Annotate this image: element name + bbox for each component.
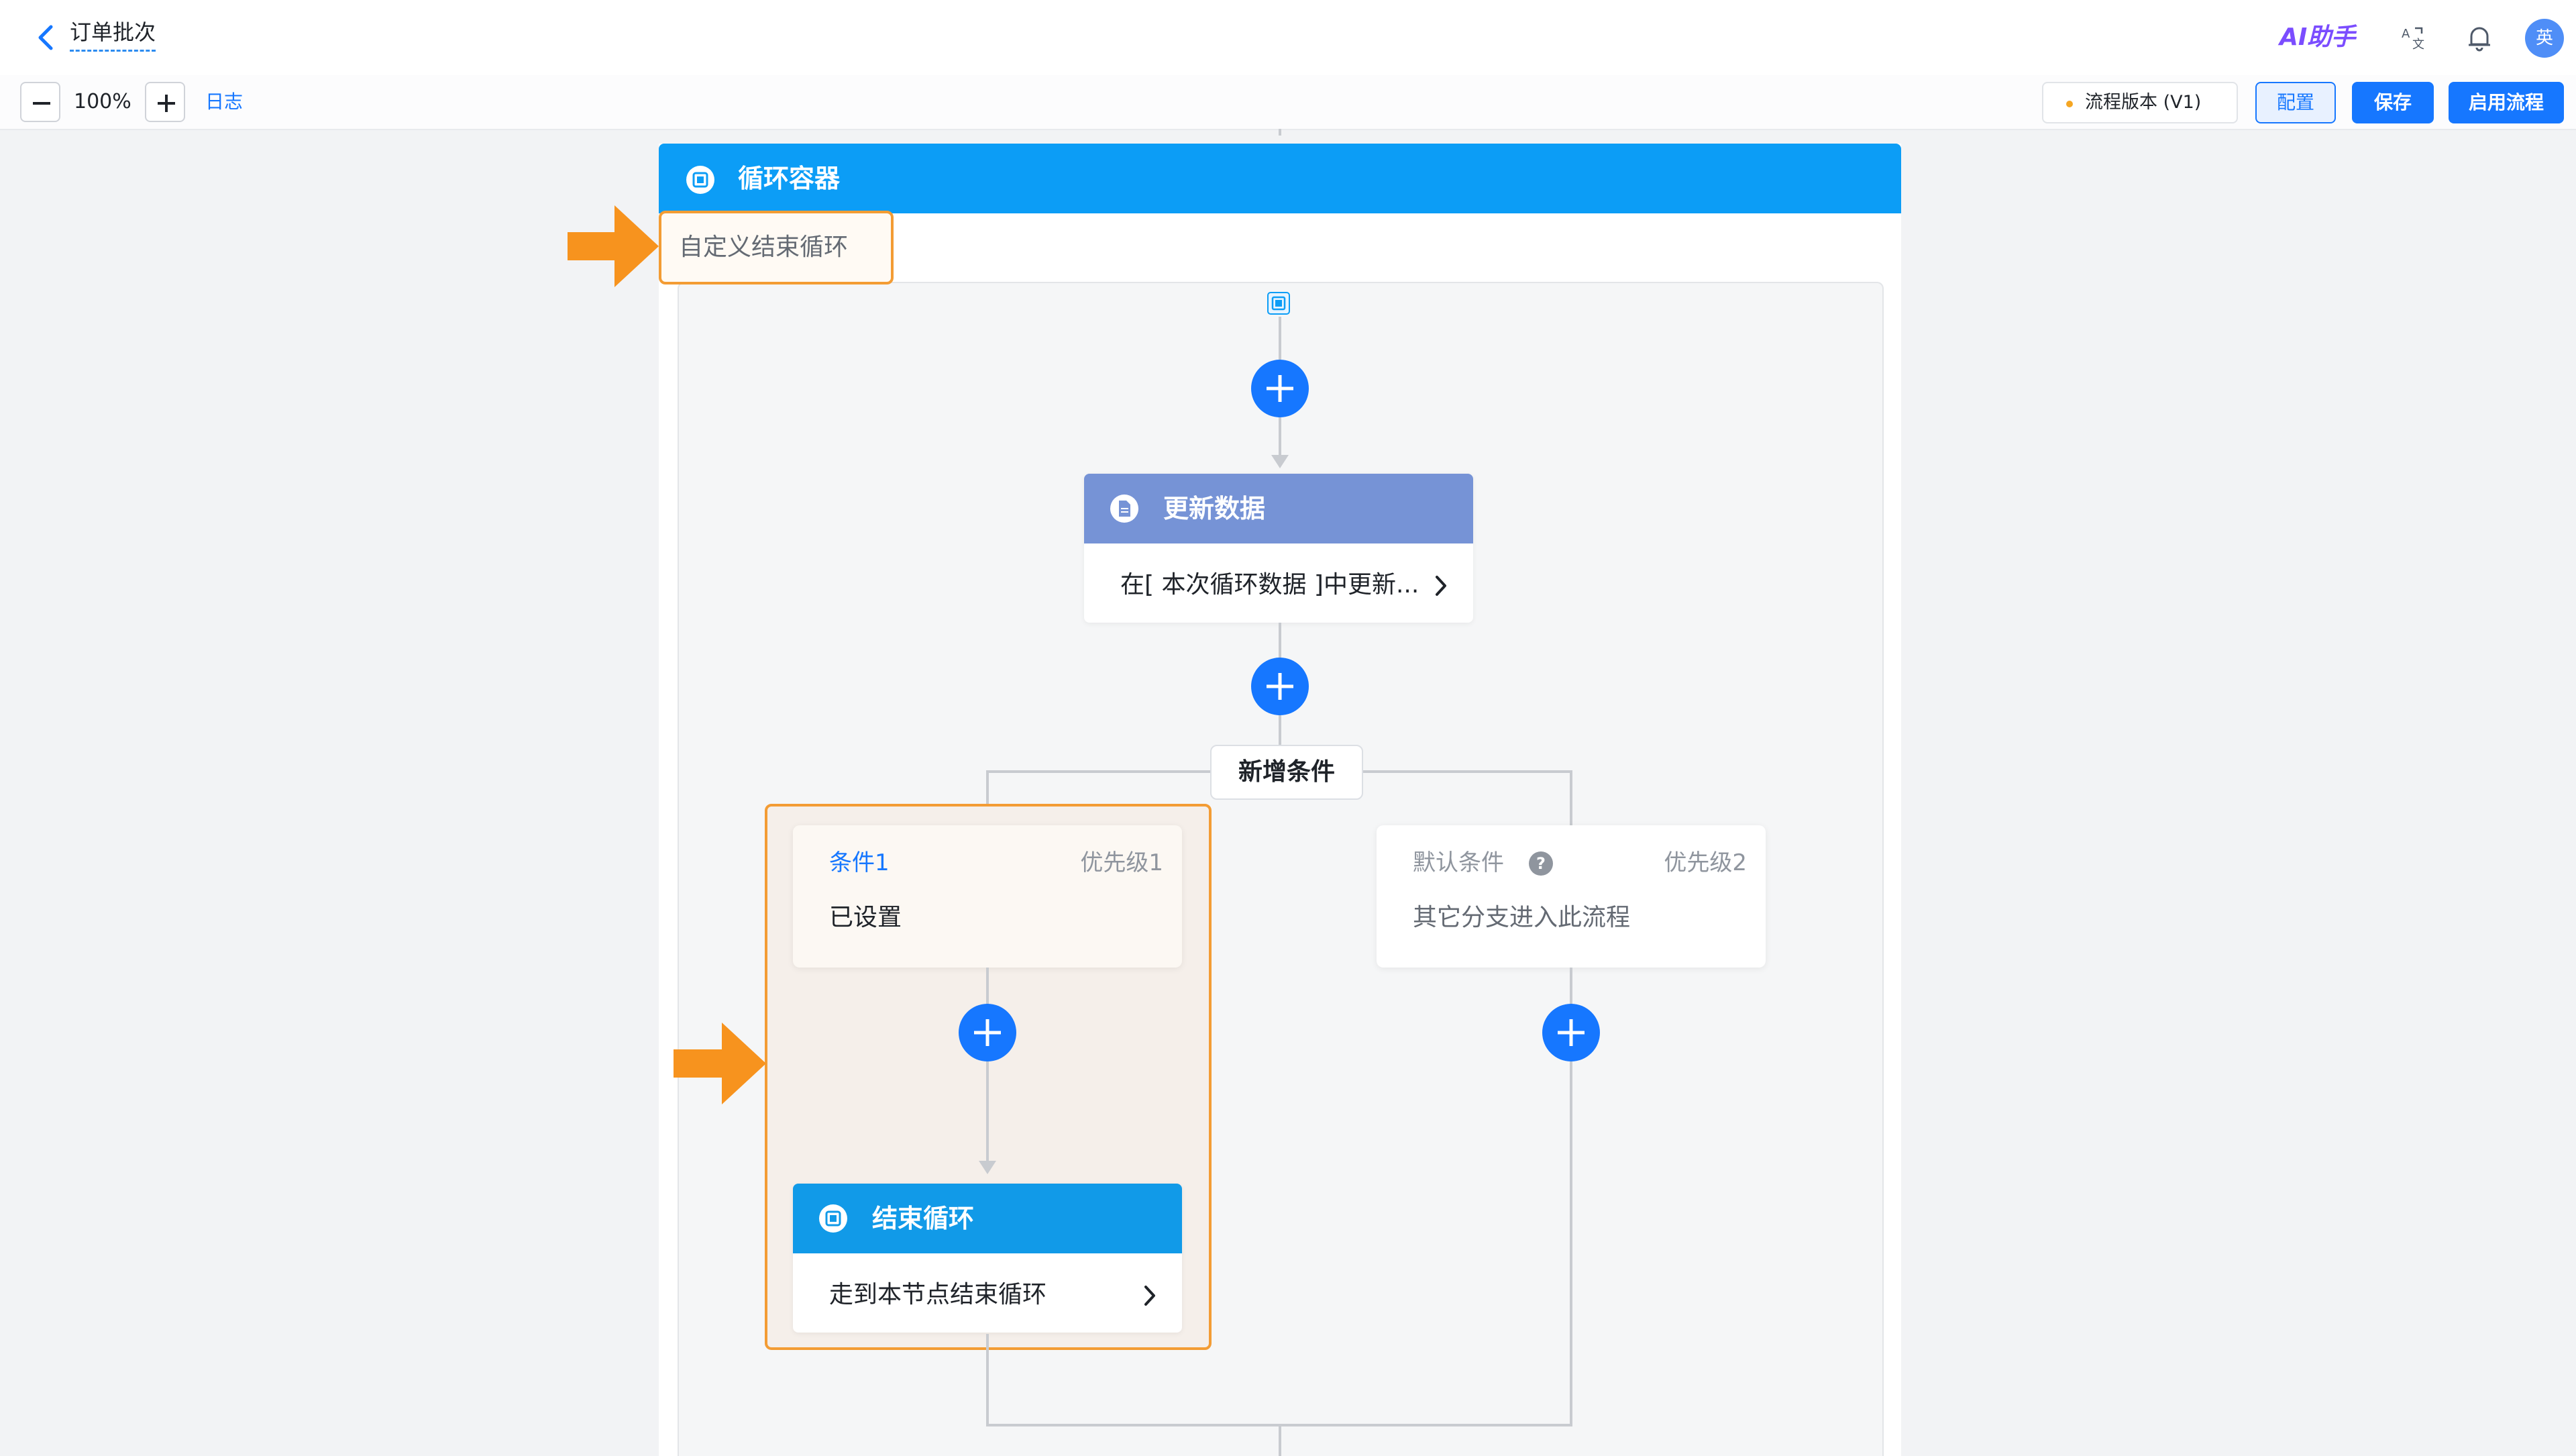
question-circle-icon[interactable]: ? xyxy=(1528,851,1554,876)
svg-text:?: ? xyxy=(1536,854,1546,873)
svg-text:文: 文 xyxy=(2412,38,2424,51)
loop-container-icon xyxy=(686,166,714,194)
connector-line xyxy=(1279,623,1281,659)
connector-line xyxy=(1570,968,1572,1005)
end-loop-node[interactable]: 结束循环 走到本节点结束循环 xyxy=(793,1184,1182,1333)
orange-arrow-icon xyxy=(674,1023,766,1104)
enable-flow-button[interactable]: 启用流程 xyxy=(2449,82,2564,123)
canvas-toolbar: 100% 日志 流程版本 (V1) 配置 保存 启用流程 xyxy=(0,75,2576,130)
condition-status: 已设置 xyxy=(829,904,902,931)
loop-start-icon xyxy=(1267,292,1290,315)
plus-icon xyxy=(1558,1019,1585,1046)
connector-line xyxy=(1279,1425,1281,1456)
end-loop-summary: 走到本节点结束循环 xyxy=(829,1281,1047,1308)
connector-line xyxy=(1279,715,1281,746)
plus-icon xyxy=(1267,673,1293,700)
version-status-dot xyxy=(2066,101,2073,107)
config-button[interactable]: 配置 xyxy=(2255,82,2336,123)
add-node-button[interactable] xyxy=(1251,658,1309,715)
ai-assistant-button[interactable]: AI助手 xyxy=(2279,23,2355,52)
connector-line xyxy=(986,968,989,1005)
chevron-right-icon[interactable] xyxy=(1142,1284,1158,1307)
condition-name: 条件1 xyxy=(829,849,890,876)
connector-line xyxy=(986,1061,989,1162)
connector-line xyxy=(986,1334,989,1426)
loop-end-icon xyxy=(819,1204,847,1233)
condition-card-default[interactable]: 默认条件 ? 优先级2 其它分支进入此流程 xyxy=(1377,825,1766,968)
zoom-level: 100% xyxy=(74,90,131,113)
page-title[interactable]: 订单批次 xyxy=(70,19,156,52)
end-loop-title: 结束循环 xyxy=(872,1204,975,1233)
chevron-right-icon[interactable] xyxy=(1433,574,1449,597)
svg-text:A: A xyxy=(2402,27,2410,41)
orange-arrow-icon xyxy=(568,205,659,287)
zoom-out-button[interactable] xyxy=(20,82,60,122)
save-button[interactable]: 保存 xyxy=(2352,82,2434,123)
update-data-summary: 在[ 本次循环数据 ]中更新... xyxy=(1120,571,1419,599)
connector-line xyxy=(1279,317,1281,360)
document-icon xyxy=(1110,495,1138,523)
connector-line xyxy=(1279,129,1281,136)
condition-priority: 优先级1 xyxy=(1080,849,1163,876)
add-node-button[interactable] xyxy=(1251,360,1309,417)
connector-line xyxy=(1570,1061,1572,1426)
add-node-button[interactable] xyxy=(959,1004,1016,1061)
avatar[interactable]: 英 xyxy=(2525,19,2564,58)
minus-icon xyxy=(33,102,50,105)
connector-line xyxy=(1279,417,1281,458)
version-selector[interactable]: 流程版本 (V1) xyxy=(2042,82,2238,123)
arrow-down-icon xyxy=(1271,455,1289,468)
condition-priority: 优先级2 xyxy=(1664,849,1747,876)
connector-line xyxy=(1570,770,1572,827)
zoom-in-button[interactable] xyxy=(145,82,185,122)
translate-icon[interactable]: A 文 xyxy=(2400,24,2427,51)
loop-container-title: 循环容器 xyxy=(738,164,841,193)
add-condition-button[interactable]: 新增条件 xyxy=(1210,745,1363,800)
bell-icon[interactable] xyxy=(2466,23,2493,52)
update-data-title: 更新数据 xyxy=(1163,494,1266,523)
update-data-node-header: 更新数据 xyxy=(1084,474,1473,543)
plus-icon xyxy=(974,1019,1001,1046)
condition-name: 默认条件 xyxy=(1413,849,1504,876)
chevron-left-icon[interactable] xyxy=(35,24,58,51)
version-label: 流程版本 (V1) xyxy=(2085,92,2202,113)
arrow-down-icon xyxy=(979,1161,996,1174)
app-header: 订单批次 AI助手 A 文 英 xyxy=(0,0,2576,75)
condition-status: 其它分支进入此流程 xyxy=(1413,904,1631,931)
plus-icon xyxy=(1267,375,1293,402)
plus-icon xyxy=(158,95,175,112)
log-link[interactable]: 日志 xyxy=(205,87,243,117)
condition-card-1[interactable]: 条件1 优先级1 已设置 xyxy=(793,825,1182,968)
end-loop-node-header: 结束循环 xyxy=(793,1184,1182,1253)
add-node-button[interactable] xyxy=(1542,1004,1600,1061)
loop-container-header[interactable]: 循环容器 xyxy=(659,144,1901,213)
update-data-node[interactable]: 更新数据 在[ 本次循环数据 ]中更新... xyxy=(1084,474,1473,623)
custom-end-loop-tab[interactable]: 自定义结束循环 xyxy=(659,211,894,284)
